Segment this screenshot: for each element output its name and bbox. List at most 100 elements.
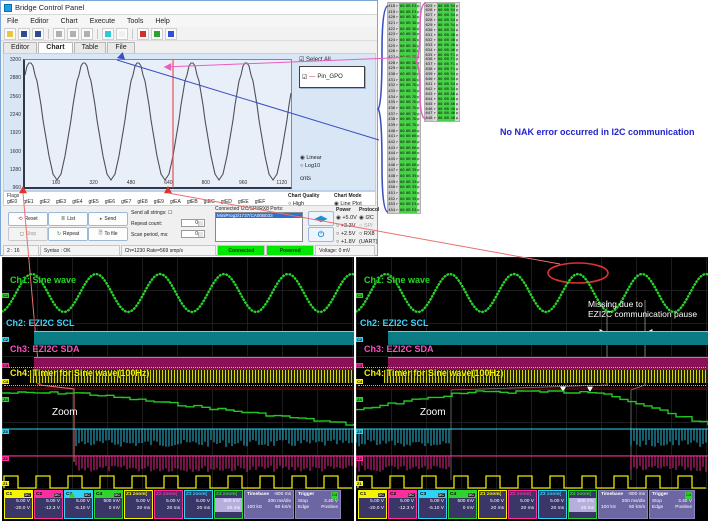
edge-tag-C3: C3 [2, 363, 10, 368]
descriptor-bar: C1 DC 5.00 V -20.0 V C2 DC 5.00 V -12.3 V C3 DC 5.… [356, 490, 708, 521]
repeat-count-input[interactable]: 0 [181, 219, 205, 227]
open-icon[interactable] [4, 27, 16, 40]
tab-file[interactable]: File [107, 42, 135, 53]
chart-red-icon[interactable] [137, 27, 149, 40]
window-titlebar[interactable]: Bridge Control Panel [1, 1, 377, 15]
flag-gtE8: gtE8 [137, 199, 148, 205]
cut-icon[interactable] [53, 27, 65, 40]
status-cell-2: Ch=1230 Rate=569 smp/s [120, 245, 217, 256]
log-row: 648 r 00 0B 46 p [425, 115, 459, 121]
app-icon [4, 3, 12, 12]
flag-gtEB: gtEB [186, 199, 198, 205]
power-voltage-group[interactable]: Power ◉ +5.0V ○ +3.3V ○ +2.5V ○ +1.8V [336, 206, 357, 246]
channel-box-c1[interactable]: C1 DC 5.00 V -20.0 V [358, 490, 387, 519]
channel-box-c4[interactable]: C4 DC 500 mV 0 mV [448, 490, 477, 519]
radio-i2c[interactable]: ◉ I2C [359, 214, 379, 222]
ports-listbox[interactable]: MiniProg3/1737/CA00B033 [215, 212, 303, 242]
reset-button[interactable]: ⟲ Reset [8, 212, 48, 226]
timebase-box[interactable]: Timebase -800 ms 200 ms/div 100 kS 50 kS/s [244, 490, 294, 519]
menu-item-file[interactable]: File [1, 18, 24, 25]
i2c-log-panel-left[interactable]: 418 r 00 0B E3 p 419 r 00 0B E3 p 420 r 00 0B 3D p 421 r 00 0… [387, 2, 421, 214]
copy-icon[interactable] [67, 27, 79, 40]
timebase-box[interactable]: Timebase -800 ms 200 ms/div 100 kS 50 kS/s [598, 490, 648, 519]
scan-period-input[interactable]: 0 [181, 230, 205, 238]
control-panel: ⟲ Reset ≣ List ▸ Send ◻ Stop ↻ Repeat 🗎 To file Sen… [3, 206, 379, 246]
menu-item-editor[interactable]: Editor [24, 18, 54, 25]
port-item-selected[interactable]: MiniProg3/1737/CA00B033 [216, 213, 302, 218]
tab-table[interactable]: Table [73, 42, 107, 53]
trigger-box[interactable]: Trigger C4 Stop 3.40 V Edge Positive [649, 490, 695, 519]
tab-editor[interactable]: Editor [3, 42, 38, 53]
list-button[interactable]: ≣ List [48, 212, 88, 226]
channel-box-c3[interactable]: C3 DC 5.00 V -5.10 V [418, 490, 447, 519]
to-file-button[interactable]: 🗎 To file [88, 227, 128, 241]
oscilloscope-right: Ch1: Sine wave Ch2: EZI2C SCL Ch3: EZI2C S… [356, 257, 708, 521]
legend-label: Pin_GPO [317, 74, 343, 80]
flag-gtE7: gtE7 [121, 199, 132, 205]
stop-button[interactable]: ◻ Stop [8, 227, 48, 241]
toolbar[interactable] [1, 27, 377, 41]
menu-item-execute[interactable]: Execute [84, 18, 121, 25]
channel-label-4: Ch4: Timer for Sine wave(100Hz) [364, 368, 504, 378]
tab-strip[interactable]: Editor Chart Table File [3, 42, 136, 53]
channel-box-z3[interactable]: Z3 zoom(5.00 V 20 ms [184, 490, 213, 519]
edge-tag-Z3: Z3 [2, 429, 9, 434]
select-all-checkbox[interactable]: ☑ Select All [299, 56, 331, 63]
protocol-group[interactable]: Protocol ◉ I2C ○ SPI ○ RX8 (UART) [359, 206, 379, 246]
flag-gtE9: gtE9 [153, 199, 164, 205]
flag-gtE1: gtE1 [23, 199, 34, 205]
pause-icon[interactable] [116, 27, 128, 40]
edge-tag-C1: C1 [356, 293, 364, 298]
trigger-box[interactable]: Trigger C4 Stop 3.40 V Edge Positive [295, 490, 341, 519]
menu-item-tools[interactable]: Tools [121, 18, 149, 25]
radio-33v[interactable]: ○ +3.3V [336, 222, 357, 230]
channel-box-c4[interactable]: C4 DC 500 mV 0 mV [94, 490, 123, 519]
edge-tag-Z3: Z3 [356, 429, 363, 434]
connect-toggle-button[interactable]: ◀▶ [308, 211, 334, 226]
i2c-log-panel-right[interactable]: 625 r 00 0B 54 p 626 r 00 0B 54 p 627 r 00 0B 54 p 628 r 00 0… [424, 2, 460, 122]
diamond-icon[interactable] [102, 27, 114, 40]
saveall-icon[interactable] [32, 27, 44, 40]
scale-radio-group[interactable]: ◉ Linear ○ Log10 [300, 154, 322, 170]
edge-tag-Z1: Z1 [2, 481, 9, 486]
channel-box-c3[interactable]: C3 DC 5.00 V -5.10 V [64, 490, 93, 519]
status-cell-4: Powered [266, 245, 315, 256]
tab-chart[interactable]: Chart [38, 42, 73, 53]
chart-blue-icon[interactable] [165, 27, 177, 40]
log-row: 454 r 00 0B E3 p [388, 207, 420, 213]
channel-label-1: Ch1: Sine wave [364, 275, 431, 285]
radio-rx8uart[interactable]: ○ RX8 (UART) [359, 230, 379, 246]
menu-item-help[interactable]: Help [149, 18, 175, 25]
menu-item-chart[interactable]: Chart [55, 18, 84, 25]
edge-tag-C2: C2 [2, 337, 10, 342]
send-button[interactable]: ▸ Send [88, 212, 128, 226]
power-toggle-button[interactable]: ⏻ [308, 227, 334, 242]
channel-box-c2[interactable]: C2 DC 5.00 V -12.3 V [34, 490, 63, 519]
flag-gtEC: gtEC [203, 199, 215, 205]
zoom-label: Zoom [52, 407, 78, 418]
radio-linear[interactable]: ◉ Linear [300, 154, 322, 162]
channel-box-c2[interactable]: C2 DC 5.00 V -12.3 V [388, 490, 417, 519]
save-icon[interactable] [18, 27, 30, 40]
channel-box-z4[interactable]: Z4 zoom(500 mV 20 ms [568, 490, 597, 519]
channel-box-z3[interactable]: Z3 zoom(5.00 V 20 ms [538, 490, 567, 519]
radio-log10[interactable]: ○ Log10 [300, 162, 322, 170]
channel-box-c1[interactable]: C1 DC 5.00 V -20.0 V [4, 490, 33, 519]
legend-box[interactable]: ☑ — Pin_GPO [299, 66, 365, 88]
radio-spi[interactable]: ○ SPI [359, 222, 379, 230]
channel-box-z1[interactable]: Z1 zoom(5.00 V 20 ms [124, 490, 153, 519]
radio-50v[interactable]: ◉ +5.0V [336, 214, 357, 222]
flags-row: Flags gtE0 gtE1 gtE2 gtE3 gtE4 gtE5 gtE6 gtE7 gt… [3, 191, 376, 215]
channel-label-1: Ch1: Sine wave [10, 275, 77, 285]
radio-25v[interactable]: ○ +2.5V [336, 230, 357, 238]
axis-unit-label: cnts [300, 176, 312, 182]
channel-box-z2[interactable]: Z2 zoom(5.00 V 20 ms [508, 490, 537, 519]
channel-box-z4[interactable]: Z4 zoom(500 mV 20 ms [214, 490, 243, 519]
edge-tag-Z4: Z4 [356, 397, 363, 402]
channel-box-z1[interactable]: Z1 zoom(5.00 V 20 ms [478, 490, 507, 519]
chart-green-icon[interactable] [151, 27, 163, 40]
channel-box-z2[interactable]: Z2 zoom(5.00 V 20 ms [154, 490, 183, 519]
paste-icon[interactable] [81, 27, 93, 40]
repeat-button[interactable]: ↻ Repeat [48, 227, 88, 241]
edge-tag-C2: C2 [356, 337, 364, 342]
